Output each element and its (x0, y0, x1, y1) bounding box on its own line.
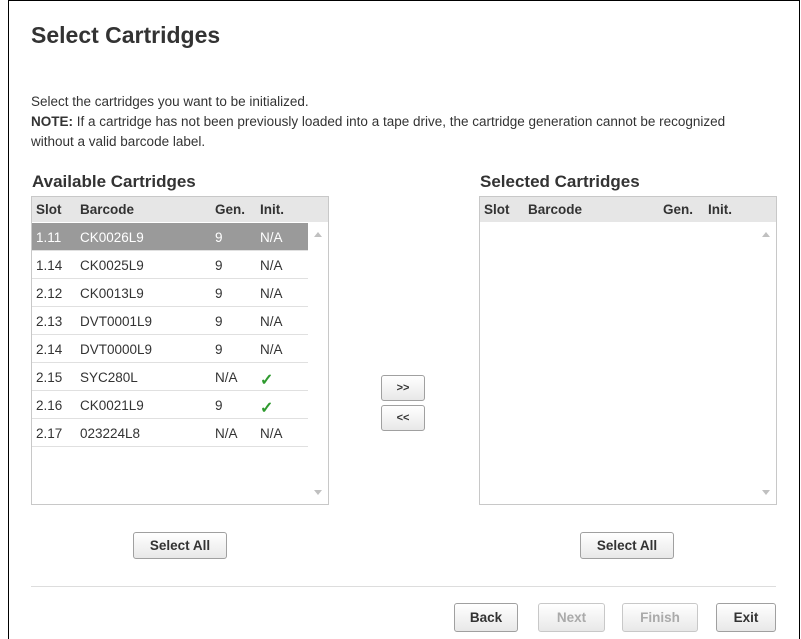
scroll-down-icon[interactable] (762, 490, 770, 495)
note-text: If a cartridge has not been previously l… (31, 114, 726, 149)
cell-init: N/A (260, 286, 283, 301)
cell-gen: 9 (215, 286, 223, 301)
header-barcode: Barcode (80, 202, 135, 217)
instruction-text: Select the cartridges you want to be ini… (31, 94, 309, 109)
available-list-header: Slot Barcode Gen. Init. (32, 197, 328, 222)
table-row[interactable]: 1.14 CK0025L9 9 N/A (32, 251, 308, 279)
cell-barcode: CK0013L9 (80, 286, 144, 301)
cell-init: N/A (260, 426, 283, 441)
selected-cartridges-list[interactable]: Slot Barcode Gen. Init. (479, 196, 777, 505)
cell-gen: 9 (215, 258, 223, 273)
header-slot: Slot (36, 202, 62, 217)
table-row[interactable]: 2.17 023224L8 N/A N/A (32, 419, 308, 447)
cell-barcode: DVT0000L9 (80, 342, 153, 357)
exit-button[interactable]: Exit (716, 603, 776, 632)
scroll-down-icon[interactable] (314, 490, 322, 495)
check-icon: ✓ (260, 400, 274, 417)
selected-scrollbar[interactable] (756, 223, 776, 504)
cell-init: N/A (260, 342, 283, 357)
footer-divider (31, 586, 776, 587)
add-selected-button[interactable]: >> (381, 375, 425, 401)
note-label: NOTE: (31, 114, 73, 129)
cell-gen: 9 (215, 398, 223, 413)
cell-init: N/A (260, 258, 283, 273)
selected-list-header: Slot Barcode Gen. Init. (480, 197, 776, 222)
header-init: Init. (708, 202, 732, 217)
cell-slot: 2.12 (36, 286, 63, 301)
available-rows: 1.11 CK0026L9 9 N/A 1.14 CK0025L9 9 N/A 2.12 CK00… (32, 223, 308, 447)
cell-barcode: CK0025L9 (80, 258, 144, 273)
cell-slot: 1.14 (36, 258, 63, 273)
note-paragraph: NOTE: If a cartridge has not been previo… (31, 114, 725, 149)
table-row[interactable]: 2.15 SYC280L N/A ✓ (32, 363, 308, 391)
available-cartridges-title: Available Cartridges (32, 172, 196, 191)
header-gen: Gen. (215, 202, 246, 217)
cell-init: N/A (260, 314, 283, 329)
cell-gen: 9 (215, 342, 223, 357)
cell-slot: 2.16 (36, 398, 63, 413)
cell-barcode: SYC280L (80, 370, 138, 385)
cell-slot: 2.17 (36, 426, 63, 441)
remove-selected-button[interactable]: << (381, 405, 425, 431)
cell-init: N/A (260, 230, 283, 245)
cell-slot: 2.15 (36, 370, 63, 385)
instructions: Select the cartridges you want to be ini… (31, 92, 771, 152)
page-title: Select Cartridges (31, 22, 221, 48)
table-row[interactable]: 2.12 CK0013L9 9 N/A (32, 279, 308, 307)
cell-slot: 1.11 (36, 230, 62, 245)
available-scrollbar[interactable] (308, 223, 328, 504)
table-row[interactable]: 2.16 CK0021L9 9 ✓ (32, 391, 308, 419)
scroll-up-icon[interactable] (762, 232, 770, 237)
next-button[interactable]: Next (538, 603, 605, 632)
cell-gen: 9 (215, 314, 223, 329)
cell-gen: 9 (215, 230, 223, 245)
cell-barcode: CK0021L9 (80, 398, 144, 413)
header-slot: Slot (484, 202, 510, 217)
selected-cartridges-title: Selected Cartridges (480, 172, 640, 191)
cell-gen: N/A (215, 370, 238, 385)
cell-slot: 2.14 (36, 342, 63, 357)
table-row[interactable]: 2.14 DVT0000L9 9 N/A (32, 335, 308, 363)
cell-barcode: 023224L8 (80, 426, 141, 441)
table-row[interactable]: 2.13 DVT0001L9 9 N/A (32, 307, 308, 335)
cell-slot: 2.13 (36, 314, 63, 329)
header-gen: Gen. (663, 202, 694, 217)
check-icon: ✓ (260, 372, 274, 389)
finish-button[interactable]: Finish (622, 603, 698, 632)
available-cartridges-list[interactable]: Slot Barcode Gen. Init. 1.11 CK0026L9 9 N/A… (31, 196, 329, 505)
header-barcode: Barcode (528, 202, 583, 217)
cell-gen: N/A (215, 426, 238, 441)
cell-barcode: CK0026L9 (80, 230, 144, 245)
cell-barcode: DVT0001L9 (80, 314, 153, 329)
back-button[interactable]: Back (454, 603, 518, 632)
header-init: Init. (260, 202, 284, 217)
available-select-all-button[interactable]: Select All (133, 532, 227, 559)
selected-select-all-button[interactable]: Select All (580, 532, 674, 559)
table-row[interactable]: 1.11 CK0026L9 9 N/A (32, 223, 308, 251)
scroll-up-icon[interactable] (314, 232, 322, 237)
